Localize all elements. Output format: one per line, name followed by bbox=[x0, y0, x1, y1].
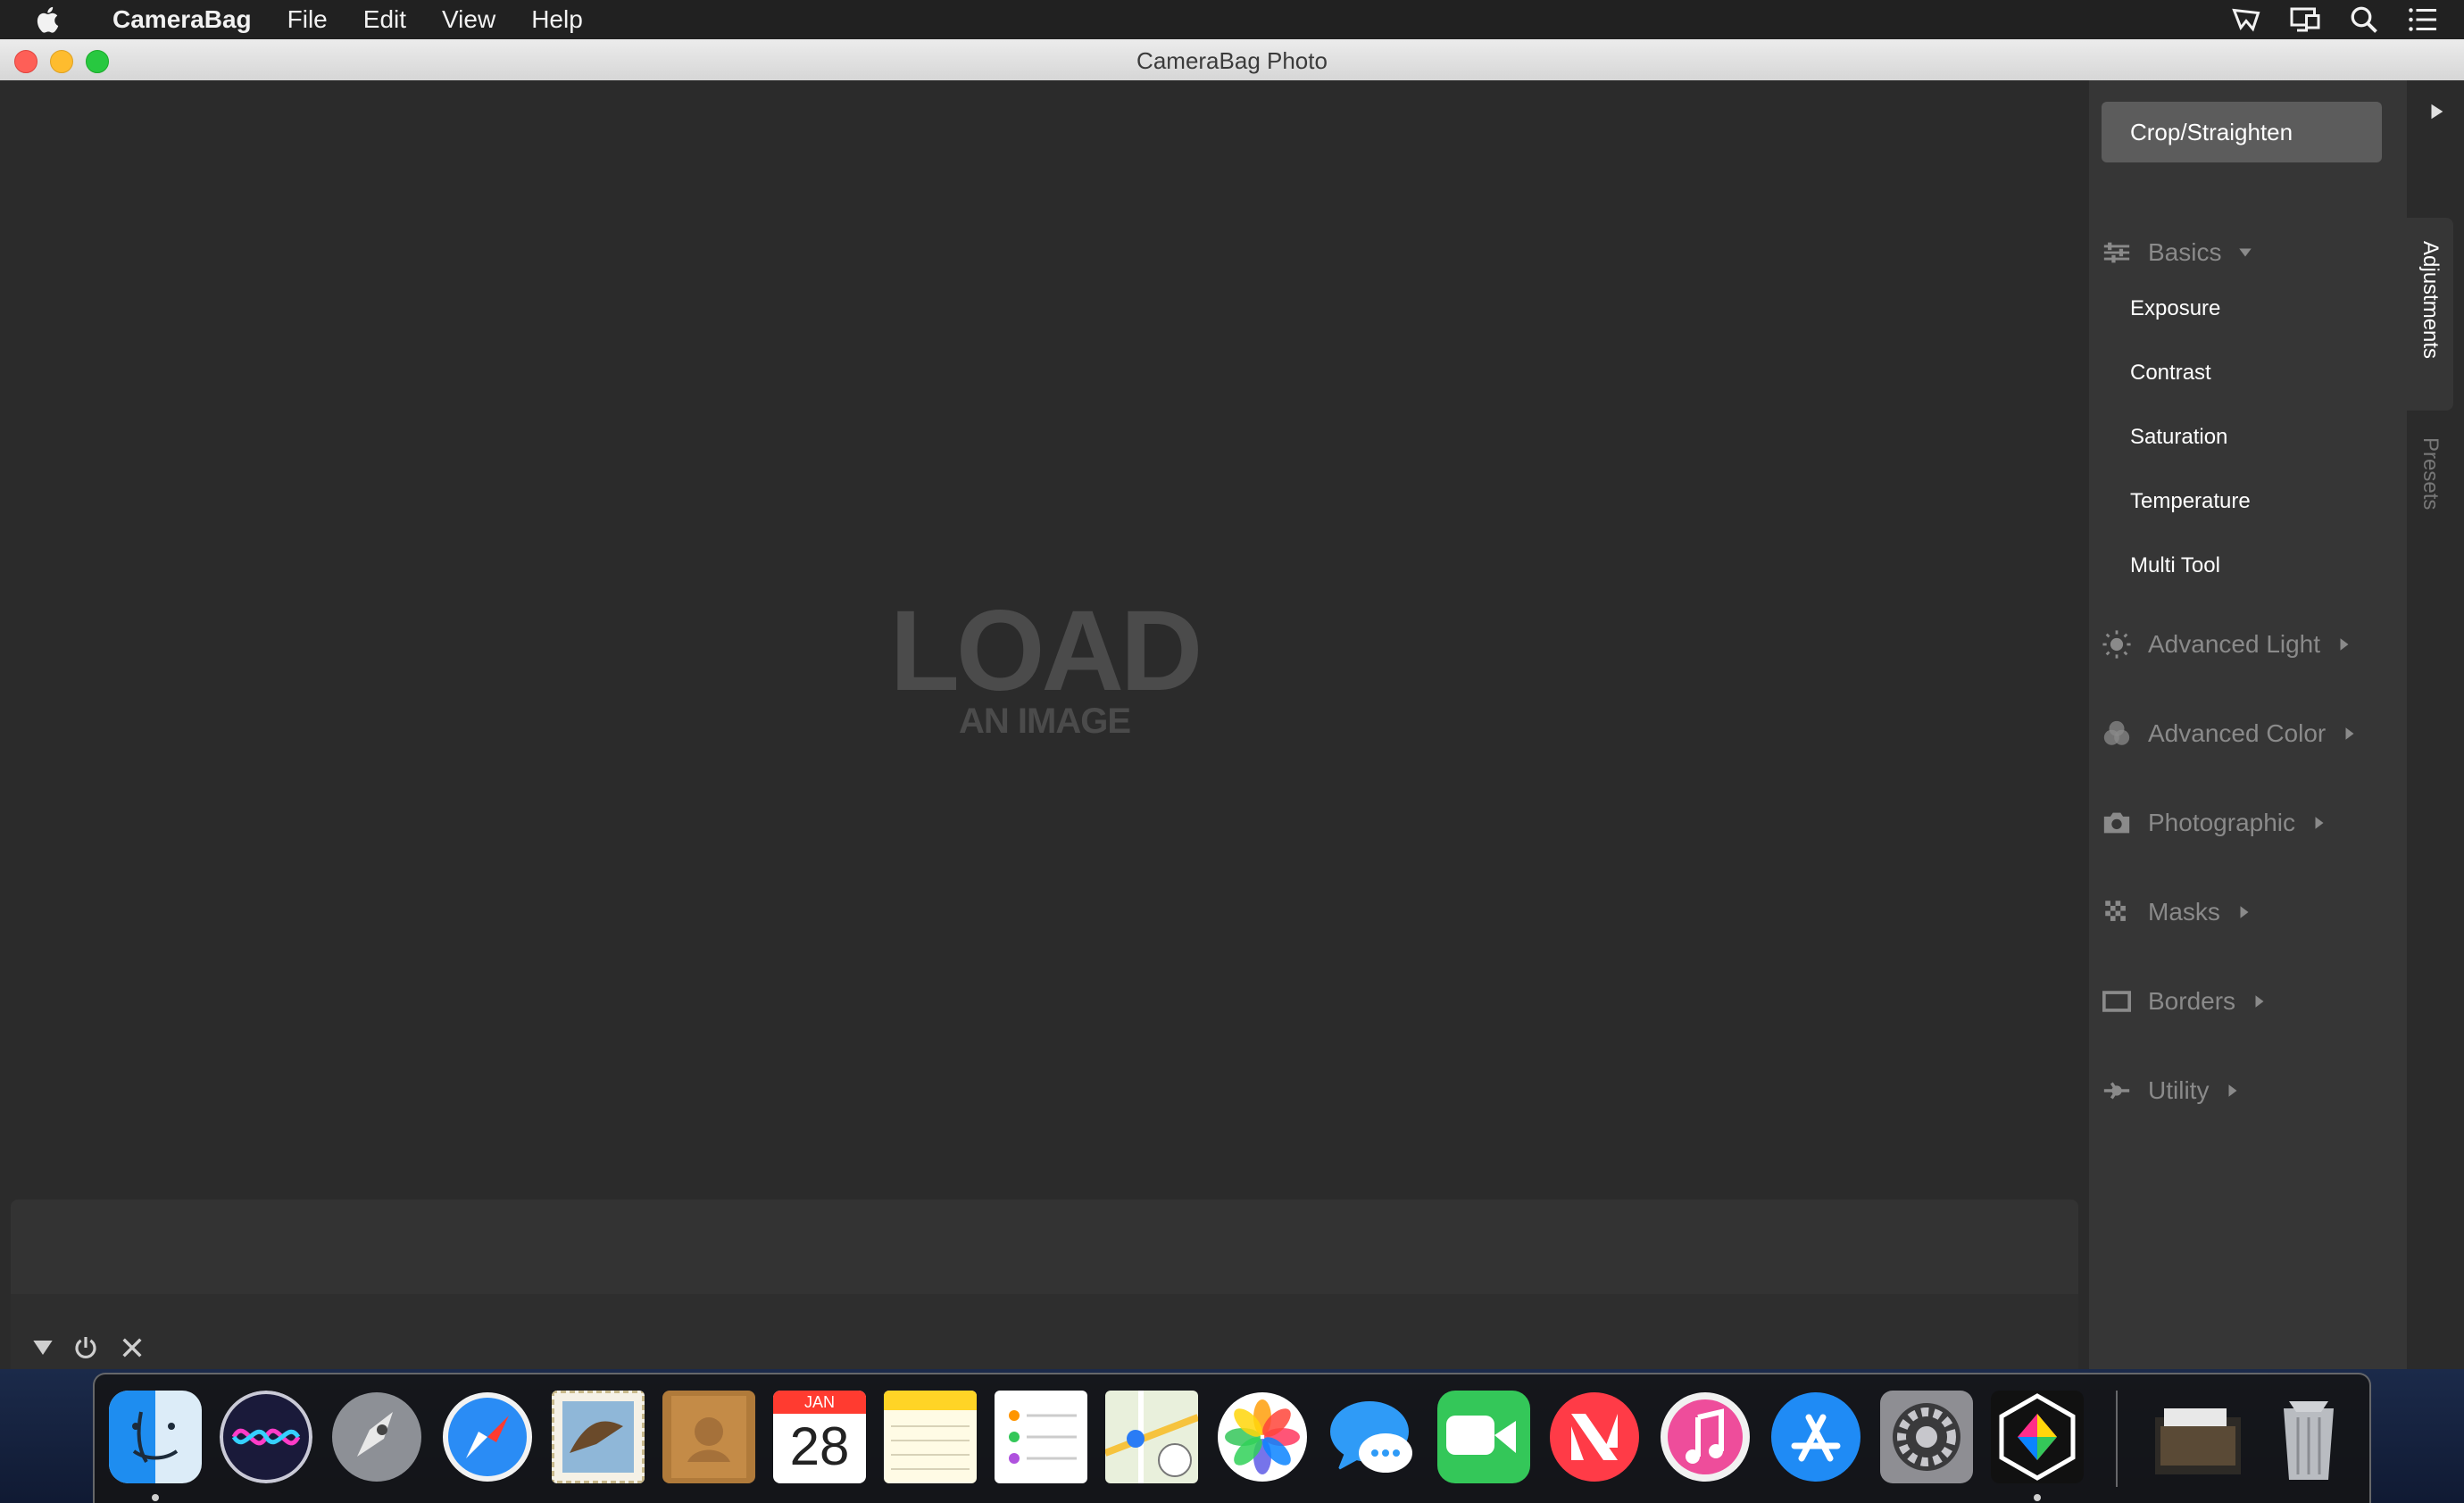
dock-separator bbox=[2116, 1391, 2118, 1487]
image-canvas[interactable]: LOAD AN IMAGE bbox=[0, 80, 2089, 1241]
dock-trash-icon[interactable] bbox=[2262, 1391, 2355, 1483]
finder-running-indicator bbox=[152, 1494, 159, 1501]
section-basics[interactable]: Basics bbox=[2102, 230, 2253, 275]
dock-reminders-icon[interactable] bbox=[995, 1391, 1087, 1483]
tab-presets[interactable]: Presets bbox=[2407, 437, 2453, 544]
section-utility[interactable]: Utility bbox=[2102, 1068, 2241, 1113]
apple-menu-icon[interactable] bbox=[34, 4, 64, 36]
dock-notes-icon[interactable] bbox=[884, 1391, 977, 1483]
status-area bbox=[2230, 4, 2439, 36]
expand-panel-triangle-icon[interactable] bbox=[2427, 102, 2446, 121]
dock-mail-icon[interactable] bbox=[552, 1391, 645, 1483]
calendar-day-label: 28 bbox=[789, 1416, 850, 1476]
color-circles-icon bbox=[2103, 720, 2130, 745]
tab-adjustments[interactable]: Adjustments bbox=[2407, 218, 2453, 411]
spotlight-search-icon[interactable] bbox=[2348, 4, 2380, 36]
section-label: Advanced Light bbox=[2148, 630, 2321, 658]
airplay-icon[interactable] bbox=[2230, 4, 2262, 36]
window-title: CameraBag Photo bbox=[1136, 47, 1328, 74]
sun-icon bbox=[2102, 630, 2131, 659]
section-label: Masks bbox=[2148, 898, 2220, 926]
basics-item-exposure[interactable]: Exposure bbox=[2130, 291, 2220, 327]
chevron-right-icon bbox=[2315, 817, 2324, 829]
section-label: Borders bbox=[2148, 987, 2236, 1015]
filmstrip-control-bar bbox=[11, 1294, 2078, 1369]
view-menu[interactable]: View bbox=[424, 5, 513, 34]
dock-maps-icon[interactable] bbox=[1105, 1391, 1198, 1483]
dock-itunes-icon[interactable] bbox=[1659, 1391, 1752, 1483]
notification-list-icon[interactable] bbox=[2407, 4, 2439, 36]
section-advanced-light[interactable]: Advanced Light bbox=[2102, 622, 2352, 667]
chevron-down-icon bbox=[2239, 248, 2252, 257]
section-label: Basics bbox=[2148, 238, 2222, 266]
load-image-title: LOAD bbox=[889, 587, 1203, 715]
section-label: Advanced Color bbox=[2148, 719, 2327, 747]
close-x-icon[interactable] bbox=[118, 1333, 146, 1362]
utility-icon bbox=[2103, 1082, 2130, 1100]
dock-downloads-stack-icon[interactable] bbox=[2152, 1391, 2244, 1483]
dock-app-store-icon[interactable] bbox=[1769, 1391, 1862, 1483]
camerabag-running-indicator bbox=[2034, 1494, 2041, 1501]
section-masks[interactable]: Masks bbox=[2102, 890, 2252, 934]
dock-siri-icon[interactable] bbox=[220, 1391, 312, 1483]
filmstrip-tray[interactable] bbox=[11, 1200, 2078, 1369]
load-image-prompt[interactable]: LOAD AN IMAGE bbox=[884, 587, 1205, 740]
dock-safari-icon[interactable] bbox=[441, 1391, 534, 1483]
power-icon[interactable] bbox=[71, 1333, 100, 1362]
dock-camerabag-icon[interactable] bbox=[1991, 1391, 2084, 1483]
collapse-triangle-icon[interactable] bbox=[29, 1333, 57, 1362]
section-label: Utility bbox=[2148, 1076, 2210, 1104]
chevron-right-icon bbox=[2255, 995, 2264, 1008]
chevron-right-icon bbox=[2340, 638, 2349, 651]
section-borders[interactable]: Borders bbox=[2102, 979, 2268, 1024]
title-bar: CameraBag Photo bbox=[0, 39, 2464, 81]
section-label: Photographic bbox=[2148, 809, 2296, 836]
dock-facetime-icon[interactable] bbox=[1437, 1391, 1530, 1483]
dock-news-icon[interactable] bbox=[1548, 1391, 1641, 1483]
section-advanced-color[interactable]: Advanced Color bbox=[2102, 711, 2358, 756]
basics-item-saturation[interactable]: Saturation bbox=[2130, 419, 2227, 455]
dock-contacts-icon[interactable] bbox=[662, 1391, 755, 1483]
sliders-icon bbox=[2103, 242, 2130, 263]
edit-menu[interactable]: Edit bbox=[345, 5, 424, 34]
chevron-right-icon bbox=[2240, 906, 2249, 918]
side-tabs: Adjustments Presets bbox=[2407, 80, 2464, 1369]
tab-presets-label: Presets bbox=[2418, 437, 2443, 511]
file-menu[interactable]: File bbox=[270, 5, 345, 34]
basics-item-temperature[interactable]: Temperature bbox=[2130, 484, 2251, 519]
display-icon[interactable] bbox=[2289, 4, 2321, 36]
dock-calendar-icon[interactable]: JAN 28 bbox=[773, 1391, 866, 1483]
help-menu[interactable]: Help bbox=[513, 5, 601, 34]
mask-checker-icon bbox=[2105, 901, 2126, 921]
dock-system-preferences-icon[interactable] bbox=[1880, 1391, 1973, 1483]
adjustments-panel: Crop/Straighten Basics Exposure Contrast… bbox=[2089, 80, 2407, 1369]
crop-straighten-button[interactable]: Crop/Straighten bbox=[2102, 102, 2382, 162]
app-menu[interactable]: CameraBag bbox=[95, 5, 270, 34]
tab-adjustments-label: Adjustments bbox=[2418, 241, 2443, 360]
chevron-right-icon bbox=[2345, 727, 2354, 740]
section-photographic[interactable]: Photographic bbox=[2102, 801, 2327, 845]
calendar-month-label: JAN bbox=[773, 1391, 866, 1414]
chevron-right-icon bbox=[2228, 1084, 2237, 1097]
dock-launchpad-icon[interactable] bbox=[330, 1391, 423, 1483]
basics-item-multi-tool[interactable]: Multi Tool bbox=[2130, 548, 2220, 584]
camera-icon bbox=[2103, 812, 2130, 834]
dock-photos-icon[interactable] bbox=[1216, 1391, 1309, 1483]
dock-messages-icon[interactable] bbox=[1327, 1391, 1419, 1483]
menu-bar: CameraBag File Edit View Help bbox=[0, 0, 2464, 39]
camerabag-window: CameraBag Photo LOAD AN IMAGE Crop/Strai… bbox=[0, 39, 2464, 1369]
dock: JAN 28 bbox=[93, 1373, 2371, 1503]
basics-item-contrast[interactable]: Contrast bbox=[2130, 355, 2211, 391]
border-rect-icon bbox=[2102, 991, 2132, 1012]
